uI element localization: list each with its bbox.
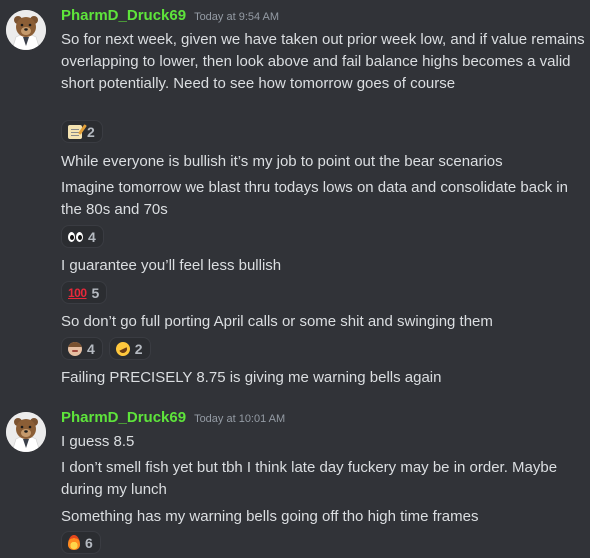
reaction-memo[interactable]: 2 (61, 120, 103, 143)
fire-icon (68, 535, 80, 550)
memo-icon (68, 124, 82, 139)
reaction-bar: 2 (61, 120, 103, 143)
message-text: Imagine tomorrow we blast thru todays lo… (61, 179, 568, 218)
message-header: PharmD_Druck69 Today at 9:54 AM (61, 7, 279, 29)
eyes-icon (68, 231, 83, 242)
message-text: I guess 8.5 (61, 433, 135, 450)
reaction-count: 2 (87, 123, 95, 140)
timestamp[interactable]: Today at 9:54 AM (194, 11, 279, 23)
message-header: PharmD_Druck69 Today at 10:01 AM (61, 409, 285, 431)
reaction-fire[interactable]: 6 (61, 531, 101, 554)
chat-message-list: PharmD_Druck69 Today at 9:54 AM So for n… (0, 0, 590, 558)
message-text: So for next week, given we have taken ou… (61, 31, 585, 92)
reaction-hundred[interactable]: 100 5 (61, 281, 108, 304)
message-text: While everyone is bullish it’s my job to… (61, 153, 503, 170)
reaction-eyes[interactable]: 4 (61, 225, 104, 248)
message-text: I guarantee you’ll feel less bullish (61, 257, 282, 274)
reaction-bar: 4 (61, 225, 104, 248)
reaction-count: 6 (85, 534, 93, 551)
message-text: So don’t go full porting April calls or … (61, 313, 493, 330)
username[interactable]: PharmD_Druck69 (61, 7, 186, 24)
reaction-bar: 100 5 (61, 281, 108, 304)
reaction-bar: 6 (61, 531, 101, 554)
message-text: I don’t smell fish yet but tbh I think l… (61, 459, 558, 498)
username[interactable]: PharmD_Druck69 (61, 409, 186, 426)
bear-doctor-avatar-icon (6, 10, 46, 50)
reaction-count: 4 (88, 228, 96, 245)
bear-doctor-avatar-icon (6, 412, 46, 452)
rolling-laughing-icon (113, 339, 133, 358)
reaction-count: 5 (91, 284, 100, 301)
message-text: Something has my warning bells going off… (61, 508, 479, 525)
hundred-points-icon: 100 (68, 285, 87, 300)
reaction-bar: 4 2 (61, 337, 151, 360)
timestamp[interactable]: Today at 10:01 AM (194, 413, 285, 425)
avatar[interactable] (6, 412, 46, 452)
face-icon (68, 341, 82, 356)
reaction-count: 4 (87, 340, 95, 357)
reaction-face[interactable]: 4 (61, 337, 103, 360)
avatar[interactable] (6, 10, 46, 50)
message-text: Failing PRECISELY 8.75 is giving me warn… (61, 369, 442, 386)
reaction-rofl[interactable]: 2 (108, 337, 151, 360)
reaction-count: 2 (134, 340, 143, 357)
